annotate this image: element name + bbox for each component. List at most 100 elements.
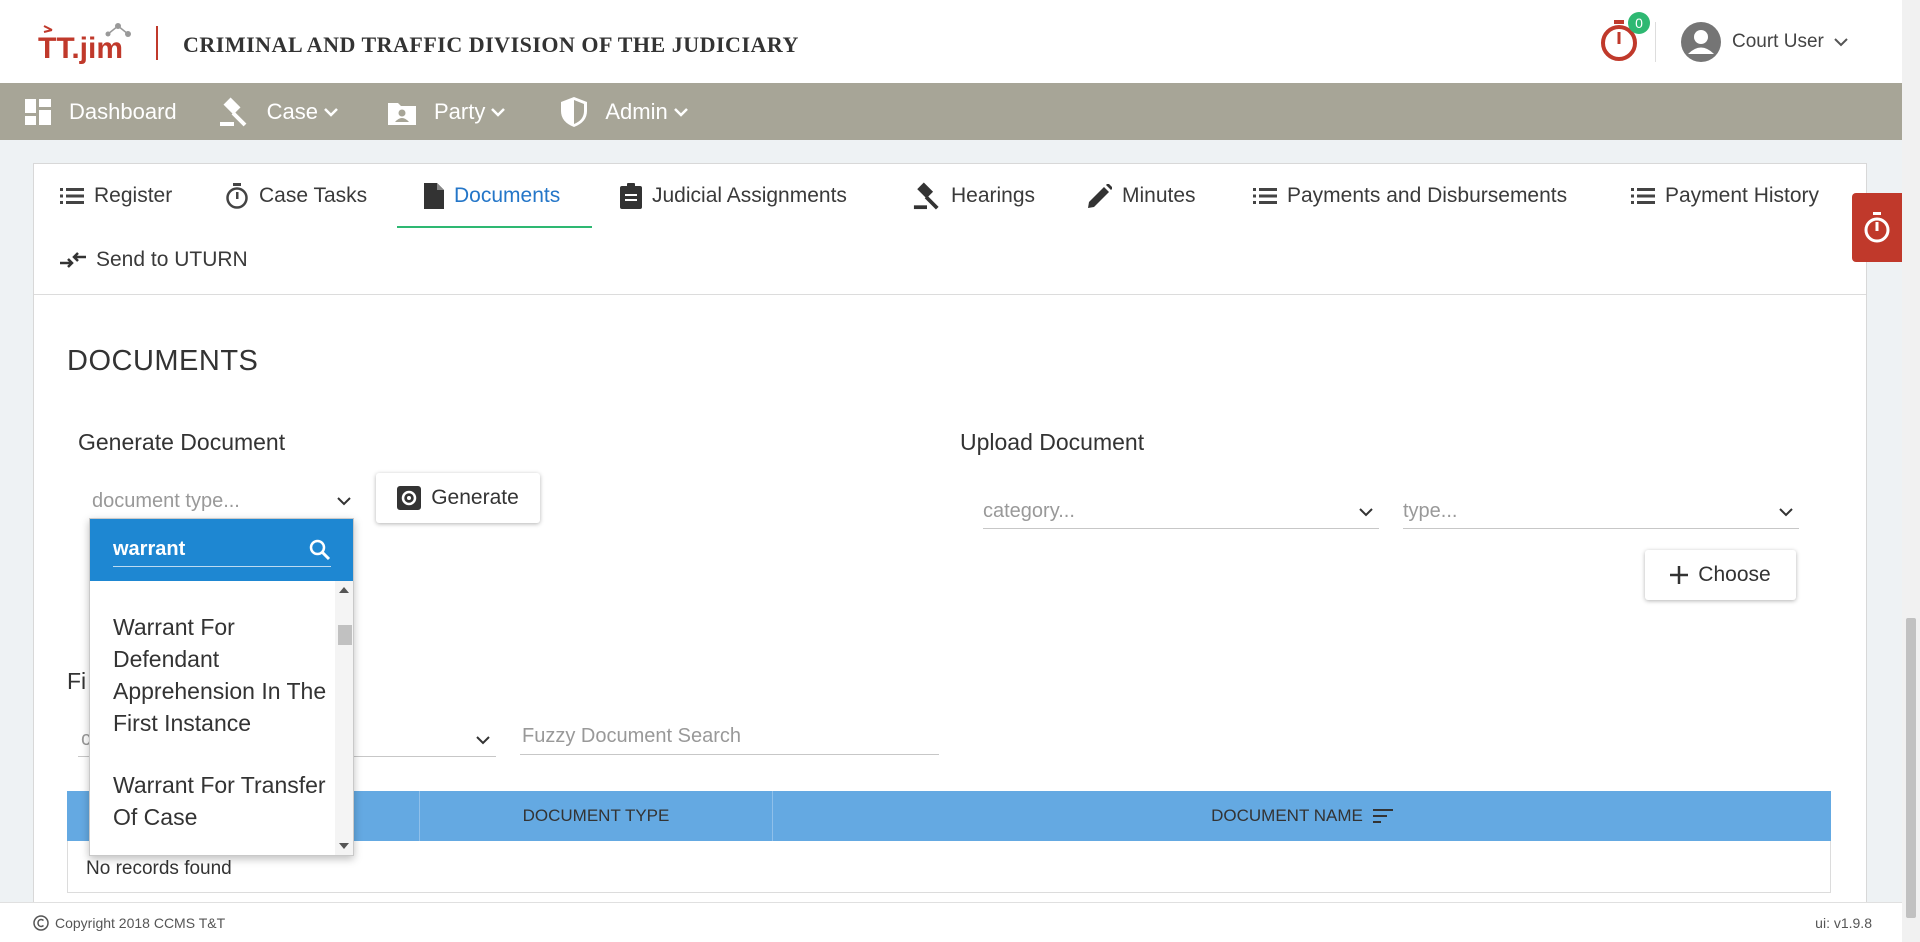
list-icon bbox=[1253, 188, 1277, 204]
upload-category-select[interactable]: category... bbox=[983, 495, 1379, 529]
choose-file-button[interactable]: Choose bbox=[1645, 550, 1796, 600]
pencil-icon bbox=[1088, 184, 1112, 208]
tab-hearings-label: Hearings bbox=[951, 184, 1036, 207]
tab-documents-label: Documents bbox=[454, 184, 561, 207]
active-tab-indicator bbox=[397, 226, 592, 228]
chevron-down-icon bbox=[337, 497, 351, 506]
tab-payment-history-label: Payment History bbox=[1665, 184, 1820, 207]
fuzzy-search-input[interactable]: Fuzzy Document Search bbox=[520, 719, 939, 755]
documents-section-title: DOCUMENTS bbox=[67, 345, 259, 377]
upload-category-placeholder: category... bbox=[983, 500, 1075, 522]
dashboard-icon bbox=[25, 98, 51, 125]
svg-text:TT.jim: TT.jim bbox=[38, 32, 123, 64]
dropdown-scrollbar[interactable] bbox=[335, 581, 353, 855]
timer-count-badge: 0 bbox=[1628, 12, 1650, 34]
tab-hearings[interactable]: Hearings bbox=[913, 164, 1035, 228]
generate-button[interactable]: Generate bbox=[376, 473, 540, 523]
tab-register-label: Register bbox=[94, 184, 173, 207]
nav-dashboard[interactable]: Dashboard bbox=[25, 83, 177, 140]
tab-payments-disbursements[interactable]: Payments and Disbursements bbox=[1253, 164, 1567, 228]
page-footer: Copyright 2018 CCMS T&T ui: v1.9.8 bbox=[0, 902, 1902, 942]
transfer-icon bbox=[60, 252, 86, 268]
dropdown-options-list: Warrant For Defendant Apprehension In Th… bbox=[90, 581, 335, 855]
dropdown-search-input[interactable]: warrant bbox=[113, 533, 331, 567]
tab-payments-label: Payments and Disbursements bbox=[1287, 184, 1568, 207]
account-circle-icon bbox=[1681, 22, 1721, 62]
page-scrollbar[interactable] bbox=[1902, 0, 1920, 942]
tab-judicial-assignments[interactable]: Judicial Assignments bbox=[620, 164, 847, 228]
empty-table-message: No records found bbox=[86, 858, 232, 879]
dropdown-option[interactable]: Warrant For Transfer Of Case bbox=[113, 769, 328, 833]
gavel-icon bbox=[913, 182, 939, 210]
column-header-document-name[interactable]: DOCUMENT NAME bbox=[773, 791, 1831, 841]
scroll-down-arrow-icon[interactable] bbox=[339, 843, 349, 849]
column-header-document-type[interactable]: DOCUMENT TYPE bbox=[420, 791, 773, 841]
gavel-icon bbox=[219, 97, 247, 126]
nav-case-label: Case bbox=[266, 98, 318, 124]
tab-case-tasks[interactable]: Case Tasks bbox=[225, 164, 367, 228]
page-scrollbar-thumb[interactable] bbox=[1906, 618, 1916, 918]
nav-case[interactable]: Case bbox=[219, 83, 338, 140]
scroll-up-arrow-icon[interactable] bbox=[339, 587, 349, 593]
dropdown-search-header: warrant bbox=[90, 519, 353, 581]
tab-judicial-assignments-label: Judicial Assignments bbox=[652, 184, 847, 207]
contact-folder-icon bbox=[388, 102, 416, 125]
timer-icon bbox=[226, 183, 248, 209]
main-navbar: Dashboard Case Party Admin bbox=[0, 83, 1902, 140]
copyright-icon bbox=[33, 915, 49, 931]
app-header: TT.jim CRIMINAL AND TRAFFIC DIVISION OF … bbox=[0, 0, 1902, 83]
user-menu[interactable]: Court User bbox=[1680, 20, 1848, 64]
tab-documents[interactable]: Documents bbox=[424, 164, 560, 228]
logo-divider bbox=[156, 26, 158, 60]
search-icon bbox=[309, 539, 331, 560]
chevron-down-icon bbox=[491, 107, 506, 117]
side-timer-tab[interactable] bbox=[1852, 193, 1902, 262]
upload-type-placeholder: type... bbox=[1403, 500, 1458, 522]
tab-minutes-label: Minutes bbox=[1122, 184, 1196, 207]
tab-minutes[interactable]: Minutes bbox=[1088, 164, 1196, 228]
document-type-select[interactable]: document type... bbox=[89, 484, 351, 518]
document-type-header-label: DOCUMENT TYPE bbox=[522, 806, 670, 825]
chevron-down-icon bbox=[1834, 38, 1848, 47]
filter-title: Fi bbox=[67, 668, 87, 694]
generate-document-title: Generate Document bbox=[78, 429, 286, 455]
page-title: CRIMINAL AND TRAFFIC DIVISION OF THE JUD… bbox=[183, 32, 799, 57]
dropdown-option[interactable]: Warrant For Defendant Apprehension In Th… bbox=[113, 611, 328, 739]
chevron-down-icon bbox=[673, 107, 688, 117]
chevron-down-icon bbox=[1359, 507, 1373, 516]
nav-dashboard-label: Dashboard bbox=[69, 98, 177, 124]
header-divider bbox=[1655, 22, 1656, 62]
footer-copyright: Copyright 2018 CCMS T&T bbox=[33, 915, 225, 931]
generate-button-label: Generate bbox=[431, 486, 519, 509]
case-tabs: Register Case Tasks Documents Judicial A… bbox=[34, 164, 1866, 295]
nav-admin[interactable]: Admin bbox=[561, 83, 688, 140]
fuzzy-search-placeholder: Fuzzy Document Search bbox=[522, 725, 741, 747]
upload-document-title: Upload Document bbox=[960, 429, 1145, 455]
document-name-header-label: DOCUMENT NAME bbox=[1211, 806, 1363, 825]
dropdown-scrollbar-thumb[interactable] bbox=[338, 625, 352, 645]
ttjim-logo[interactable]: TT.jim bbox=[38, 20, 138, 65]
tab-send-to-uturn-label: Send to UTURN bbox=[96, 248, 248, 271]
list-icon bbox=[1631, 188, 1655, 204]
tab-payment-history[interactable]: Payment History bbox=[1631, 164, 1819, 228]
choose-button-label: Choose bbox=[1698, 563, 1771, 586]
tab-case-tasks-label: Case Tasks bbox=[259, 184, 368, 207]
tab-register[interactable]: Register bbox=[60, 164, 172, 228]
document-type-dropdown-panel: warrant Warrant For Defendant Apprehensi… bbox=[89, 518, 354, 856]
plus-icon bbox=[1670, 566, 1689, 584]
stopwatch-icon bbox=[1864, 211, 1890, 242]
nav-admin-label: Admin bbox=[605, 98, 668, 124]
chevron-down-icon bbox=[324, 107, 338, 117]
copyright-text: Copyright 2018 CCMS T&T bbox=[55, 915, 226, 931]
user-name: Court User bbox=[1732, 31, 1824, 52]
chevron-down-icon bbox=[476, 735, 490, 744]
nav-party-label: Party bbox=[434, 98, 486, 124]
gear-icon bbox=[397, 486, 422, 510]
upload-type-select[interactable]: type... bbox=[1403, 495, 1799, 529]
nav-party[interactable]: Party bbox=[388, 83, 506, 140]
dropdown-search-value: warrant bbox=[113, 538, 186, 560]
ui-version: ui: v1.9.8 bbox=[1815, 915, 1872, 931]
clipboard-icon bbox=[620, 183, 642, 209]
tab-send-to-uturn[interactable]: Send to UTURN bbox=[60, 228, 248, 292]
chevron-down-icon bbox=[1779, 507, 1793, 516]
